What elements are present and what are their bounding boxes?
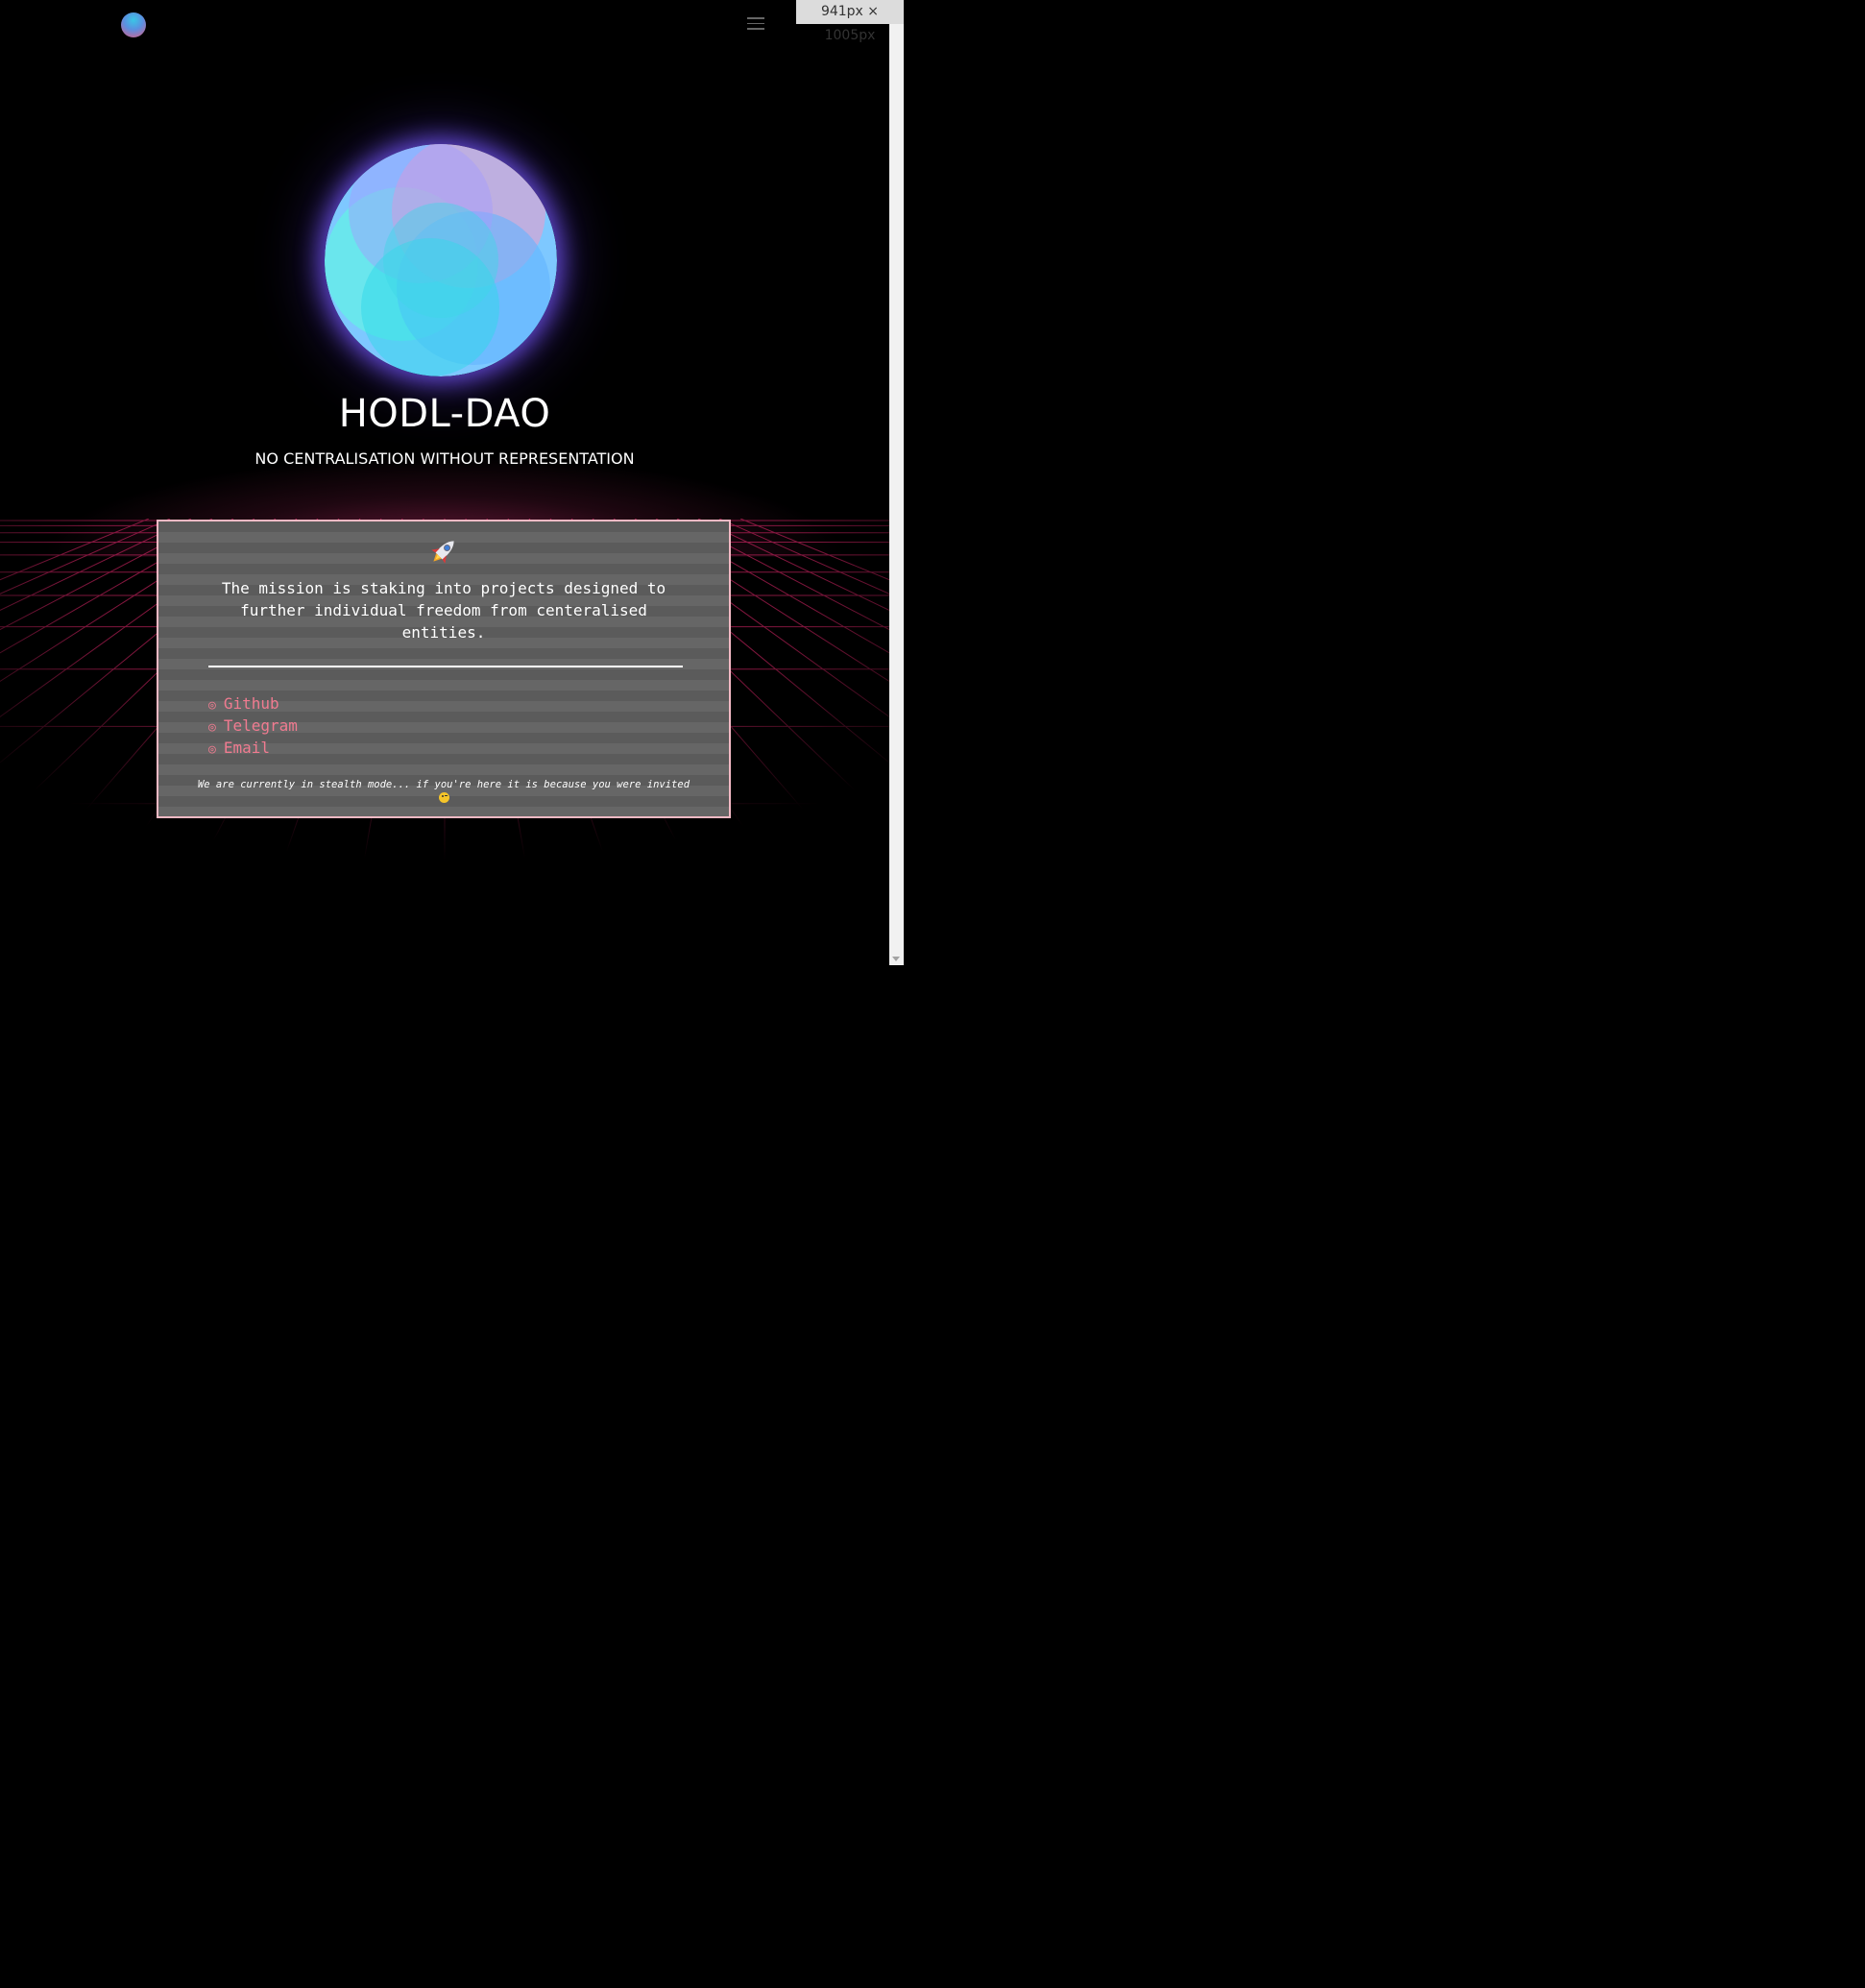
- link-item: ◎ Telegram: [208, 715, 298, 737]
- scrollbar-thumb[interactable]: [891, 2, 902, 941]
- stealth-note: We are currently in stealth mode... if y…: [197, 778, 690, 807]
- grid-line: [0, 519, 171, 594]
- mission-card: The mission is staking into projects des…: [157, 520, 731, 818]
- orb-core: [383, 203, 498, 318]
- page-title: HODL-DAO: [338, 392, 551, 436]
- orb-logo-icon[interactable]: [121, 12, 146, 37]
- grid-line: [739, 519, 889, 581]
- email-link[interactable]: Email: [224, 739, 270, 757]
- telegram-link[interactable]: Telegram: [224, 716, 298, 735]
- menu-line: [747, 22, 764, 24]
- wink-emoji-icon: [438, 792, 449, 803]
- github-link[interactable]: Github: [224, 694, 279, 713]
- stealth-note-text: We are currently in stealth mode... if y…: [197, 779, 690, 790]
- hamburger-menu-icon[interactable]: [747, 17, 764, 31]
- target-bullet-icon: ◎: [208, 698, 216, 713]
- vertical-scrollbar[interactable]: [889, 0, 904, 965]
- social-links: ◎ Github ◎ Telegram ◎ Email: [208, 692, 298, 759]
- link-item: ◎ Github: [208, 692, 298, 715]
- grid-line: [718, 519, 889, 594]
- mission-statement: The mission is staking into projects des…: [221, 579, 666, 642]
- target-bullet-icon: ◎: [208, 742, 216, 757]
- menu-line: [747, 17, 764, 19]
- menu-line: [747, 28, 764, 30]
- link-item: ◎ Email: [208, 737, 298, 759]
- card-divider: [208, 666, 683, 667]
- viewport-size-tooltip: 941px × 1005px: [796, 0, 904, 43]
- scroll-down-arrow-icon[interactable]: [892, 957, 900, 961]
- grid-line: [0, 519, 150, 581]
- hero-orb-logo: [325, 144, 557, 376]
- page-subtitle: NO CENTRALISATION WITHOUT REPRESENTATION: [254, 449, 635, 468]
- target-bullet-icon: ◎: [208, 720, 216, 735]
- page-viewport: HODL-DAO NO CENTRALISATION WITHOUT REPRE…: [0, 0, 889, 965]
- rocket-icon: [158, 535, 729, 568]
